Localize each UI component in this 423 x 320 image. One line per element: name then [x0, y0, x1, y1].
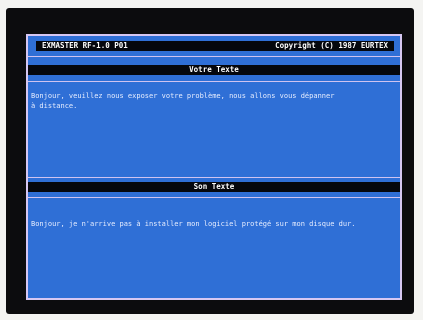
app-title: EXMASTER RF-1.0 P01 — [42, 41, 128, 50]
remote-text-area: Bonjour, je n'arrive pas à installer mon… — [31, 220, 356, 228]
copyright-text: Copyright (C) 1987 EURTEX — [275, 41, 388, 50]
terminal-screen: EXMASTER RF-1.0 P01 Copyright (C) 1987 E… — [26, 34, 402, 300]
remote-pane-header: Son Texte — [28, 182, 400, 192]
user-text-area[interactable]: Bonjour, veuillez nous exposer votre pro… — [31, 91, 396, 111]
divider — [28, 197, 400, 198]
photo-background: EXMASTER RF-1.0 P01 Copyright (C) 1987 E… — [0, 0, 423, 320]
divider — [28, 177, 400, 178]
divider — [28, 81, 400, 82]
divider — [28, 56, 400, 57]
title-bar: EXMASTER RF-1.0 P01 Copyright (C) 1987 E… — [36, 41, 394, 51]
remote-pane-title: Son Texte — [193, 182, 235, 191]
user-pane-header: Votre Texte — [28, 65, 400, 75]
user-pane-title: Votre Texte — [189, 65, 239, 74]
